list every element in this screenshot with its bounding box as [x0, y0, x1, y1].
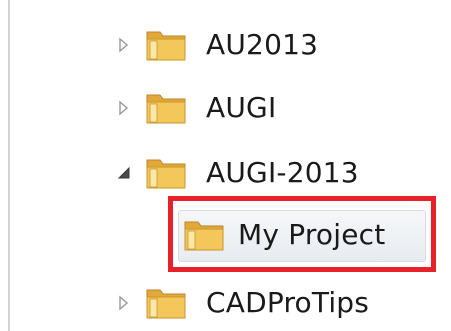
- tree-item-label: AUGI: [206, 90, 277, 124]
- tree-item-label: CADProTips: [206, 285, 370, 319]
- folder-icon: [146, 94, 186, 124]
- tree-item-cadprotips[interactable]: CADProTips: [110, 276, 420, 330]
- tree-item-label: AU2013: [206, 27, 319, 61]
- chevron-right-icon[interactable]: [116, 295, 132, 311]
- chevron-expanded-icon[interactable]: [116, 165, 132, 181]
- tree-item-label: AUGI-2013: [206, 155, 359, 189]
- tree-item-augi[interactable]: AUGI: [110, 81, 310, 135]
- tree-item-au2013[interactable]: AU2013: [110, 18, 340, 72]
- folder-icon: [146, 31, 186, 61]
- tree-item-augi-2013[interactable]: AUGI-2013: [110, 146, 390, 200]
- chevron-right-icon[interactable]: [116, 37, 132, 53]
- folder-icon: [146, 159, 186, 189]
- highlight-box: [168, 196, 436, 272]
- chevron-right-icon[interactable]: [116, 100, 132, 116]
- folder-icon: [146, 289, 186, 319]
- folder-tree: AU2013 AUGI AUGI-2013 My Project CADProT…: [0, 0, 451, 331]
